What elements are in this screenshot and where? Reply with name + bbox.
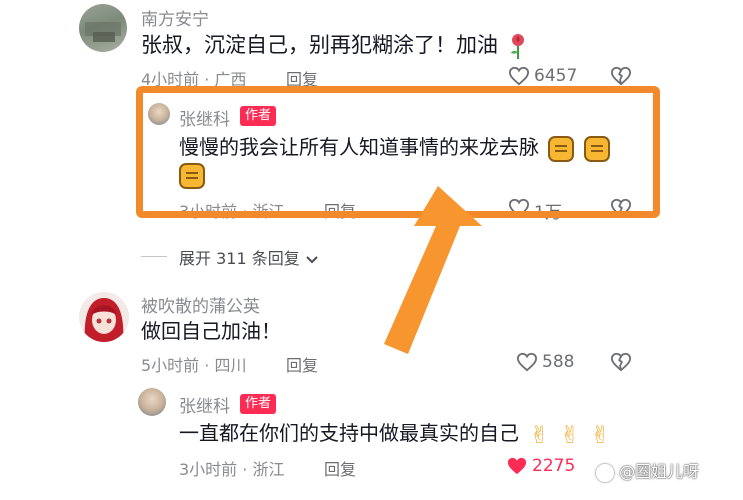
watermark-logo-icon <box>596 463 614 482</box>
victory-hand-icon: ✌ <box>559 420 580 449</box>
victory-hand-icon: ✌ <box>590 420 611 449</box>
dislike-broken-heart-icon[interactable] <box>610 352 632 372</box>
like-count: 6457 <box>534 66 578 86</box>
expand-replies-label: 展开 311 条回复 <box>179 249 300 268</box>
comment-text: 一直都在你们的支持中做最真实的自己 ✌ ✌ ✌ <box>179 418 610 450</box>
dislike-broken-heart-icon[interactable] <box>610 66 632 86</box>
like-count: 588 <box>542 352 575 372</box>
username[interactable]: 张继科 <box>179 392 230 417</box>
heart-filled-icon[interactable] <box>506 456 528 476</box>
watermark: @圈姐儿呀 <box>596 458 699 482</box>
username[interactable]: 南方安宁 <box>141 5 209 30</box>
avatar[interactable] <box>138 388 166 416</box>
watermark-text: @圈姐儿呀 <box>619 462 700 481</box>
reply-button[interactable]: 回复 <box>286 352 318 376</box>
avatar[interactable] <box>79 4 127 52</box>
annotation-arrow <box>384 186 482 354</box>
expand-divider <box>141 256 167 257</box>
heart-outline-icon[interactable] <box>516 352 538 372</box>
comment-text: 做回自己加油！ <box>141 319 281 343</box>
comment-meta: 5小时前 · 四川 <box>141 356 247 375</box>
chevron-down-icon <box>306 255 318 263</box>
rose-icon <box>510 34 524 59</box>
avatar-photo <box>85 22 121 42</box>
author-badge: 作者 <box>240 394 277 414</box>
victory-hand-icon: ✌ <box>529 420 550 449</box>
like-count: 2275 <box>532 456 576 476</box>
expand-replies-button[interactable]: 展开 311 条回复 <box>179 245 319 269</box>
heart-outline-icon[interactable] <box>508 66 530 86</box>
comment-meta: 3小时前 · 浙江 <box>179 460 285 479</box>
comment-text: 张叔，沉淀自己，别再犯糊涂了！加油 <box>141 30 529 60</box>
comment-body: 张叔，沉淀自己，别再犯糊涂了！加油 <box>141 33 498 57</box>
avatar[interactable] <box>79 292 129 342</box>
avatar-anime-girl <box>84 298 124 342</box>
username[interactable]: 被吹散的蒲公英 <box>141 292 260 317</box>
comment-body: 一直都在你们的支持中做最真实的自己 <box>179 421 519 445</box>
reply-button[interactable]: 回复 <box>324 456 356 480</box>
